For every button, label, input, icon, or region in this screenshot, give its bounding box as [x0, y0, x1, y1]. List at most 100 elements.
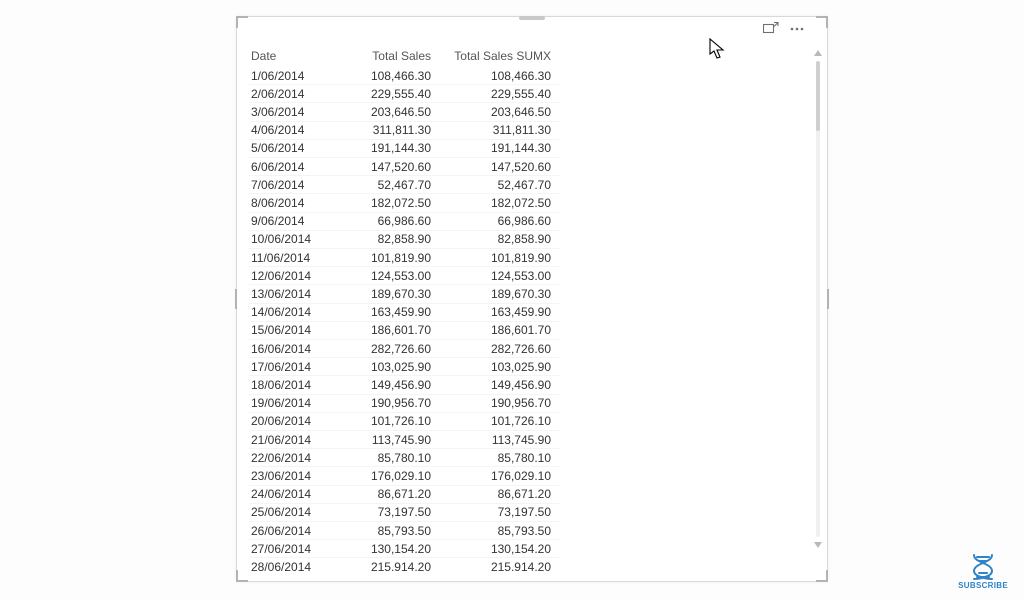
cell-total-sales-sumx: 124,553.00: [439, 267, 559, 285]
table-visual-frame[interactable]: Date Total Sales Total Sales SUMX 1/06/2…: [236, 16, 828, 582]
cell-date: 21/06/2014: [249, 431, 333, 449]
table-row[interactable]: 11/06/2014101,819.90101,819.90: [249, 249, 559, 267]
table-row[interactable]: 6/06/2014147,520.60147,520.60: [249, 158, 559, 176]
cell-total-sales: 311,811.30: [333, 121, 439, 139]
table-row[interactable]: 1/06/2014108,466.30108,466.30: [249, 67, 559, 85]
table-row[interactable]: 25/06/201473,197.5073,197.50: [249, 503, 559, 521]
subscribe-label: SUBSCRIBE: [958, 581, 1008, 590]
cell-total-sales: 85,793.50: [333, 522, 439, 540]
scroll-down-arrow-icon[interactable]: [812, 539, 824, 551]
table-row[interactable]: 8/06/2014182,072.50182,072.50: [249, 194, 559, 212]
cell-total-sales-sumx: 101,819.90: [439, 249, 559, 267]
cell-total-sales-sumx: 66,986.60: [439, 212, 559, 230]
table-row[interactable]: 2/06/2014229,555.40229,555.40: [249, 85, 559, 103]
cell-date: 9/06/2014: [249, 212, 333, 230]
table-header-row: Date Total Sales Total Sales SUMX: [249, 47, 559, 67]
cell-total-sales: 203,646.50: [333, 103, 439, 121]
table-row[interactable]: 22/06/201485,780.1085,780.10: [249, 449, 559, 467]
drag-grip-icon[interactable]: [519, 16, 545, 20]
table-row[interactable]: 19/06/2014190,956.70190,956.70: [249, 394, 559, 412]
table-row[interactable]: 20/06/2014101,726.10101,726.10: [249, 412, 559, 430]
vertical-scrollbar[interactable]: [812, 47, 824, 551]
cell-date: 5/06/2014: [249, 139, 333, 157]
cell-date: 25/06/2014: [249, 503, 333, 521]
table-row[interactable]: 16/06/2014282,726.60282,726.60: [249, 340, 559, 358]
table-row[interactable]: 12/06/2014124,553.00124,553.00: [249, 267, 559, 285]
cell-total-sales: 113,745.90: [333, 431, 439, 449]
table-row[interactable]: 21/06/2014113,745.90113,745.90: [249, 431, 559, 449]
scrollbar-track[interactable]: [816, 61, 820, 537]
table-row[interactable]: 17/06/2014103,025.90103,025.90: [249, 358, 559, 376]
table-row[interactable]: 10/06/201482,858.9082,858.90: [249, 230, 559, 248]
resize-handle-bottom-right-icon[interactable]: [816, 570, 828, 582]
cell-total-sales: 191,144.30: [333, 139, 439, 157]
resize-handle-top-right-icon[interactable]: [816, 16, 828, 28]
table-row[interactable]: 7/06/201452,467.7052,467.70: [249, 176, 559, 194]
cell-total-sales: 130,154.20: [333, 540, 439, 558]
cell-total-sales-sumx: 176,029.10: [439, 467, 559, 485]
cell-total-sales-sumx: 203,646.50: [439, 103, 559, 121]
table-row[interactable]: 14/06/2014163,459.90163,459.90: [249, 303, 559, 321]
table-row[interactable]: 23/06/2014176,029.10176,029.10: [249, 467, 559, 485]
table-row[interactable]: 5/06/2014191,144.30191,144.30: [249, 139, 559, 157]
cell-total-sales-sumx: 147,520.60: [439, 158, 559, 176]
cell-date: 15/06/2014: [249, 321, 333, 339]
cell-date: 6/06/2014: [249, 158, 333, 176]
scroll-up-arrow-icon[interactable]: [812, 47, 824, 59]
focus-mode-icon[interactable]: [763, 21, 779, 37]
cell-date: 22/06/2014: [249, 449, 333, 467]
cell-date: 26/06/2014: [249, 522, 333, 540]
cell-total-sales-sumx: 101,726.10: [439, 412, 559, 430]
cell-total-sales-sumx: 103,025.90: [439, 358, 559, 376]
cell-date: 27/06/2014: [249, 540, 333, 558]
cell-total-sales: 86,671.20: [333, 485, 439, 503]
table-row[interactable]: 13/06/2014189,670.30189,670.30: [249, 285, 559, 303]
column-header-total-sales[interactable]: Total Sales: [333, 47, 439, 67]
table-row[interactable]: 9/06/201466,986.6066,986.60: [249, 212, 559, 230]
table-row[interactable]: 3/06/2014203,646.50203,646.50: [249, 103, 559, 121]
cell-date: 13/06/2014: [249, 285, 333, 303]
table-row[interactable]: 15/06/2014186,601.70186,601.70: [249, 321, 559, 339]
cell-total-sales: 176,029.10: [333, 467, 439, 485]
cell-total-sales: 147,520.60: [333, 158, 439, 176]
resize-handle-left-icon[interactable]: [235, 289, 237, 309]
table-row[interactable]: 18/06/2014149,456.90149,456.90: [249, 376, 559, 394]
cell-total-sales-sumx: 130,154.20: [439, 540, 559, 558]
more-options-icon[interactable]: [789, 21, 805, 37]
cell-total-sales: 73,197.50: [333, 503, 439, 521]
cell-total-sales-sumx: 182,072.50: [439, 194, 559, 212]
cell-total-sales: 163,459.90: [333, 303, 439, 321]
table-row[interactable]: 26/06/201485,793.5085,793.50: [249, 522, 559, 540]
cell-date: 11/06/2014: [249, 249, 333, 267]
cell-total-sales-sumx: 52,467.70: [439, 176, 559, 194]
column-header-date[interactable]: Date: [249, 47, 333, 67]
cell-total-sales: 101,819.90: [333, 249, 439, 267]
resize-handle-right-icon[interactable]: [827, 289, 829, 309]
cell-date: 28/06/2014: [249, 558, 333, 571]
resize-handle-top-left-icon[interactable]: [236, 16, 248, 28]
cell-date: 19/06/2014: [249, 394, 333, 412]
cell-total-sales: 82,858.90: [333, 230, 439, 248]
cell-date: 24/06/2014: [249, 485, 333, 503]
cell-date: 23/06/2014: [249, 467, 333, 485]
cell-total-sales-sumx: 282,726.60: [439, 340, 559, 358]
cell-date: 3/06/2014: [249, 103, 333, 121]
cell-total-sales: 149,456.90: [333, 376, 439, 394]
cell-total-sales-sumx: 108,466.30: [439, 67, 559, 85]
column-header-sumx[interactable]: Total Sales SUMX: [439, 47, 559, 67]
cell-total-sales: 190,956.70: [333, 394, 439, 412]
table-row[interactable]: 4/06/2014311,811.30311,811.30: [249, 121, 559, 139]
table-row[interactable]: 28/06/2014215,914.20215,914.20: [249, 558, 559, 571]
table-row[interactable]: 24/06/201486,671.2086,671.20: [249, 485, 559, 503]
table-row[interactable]: 27/06/2014130,154.20130,154.20: [249, 540, 559, 558]
data-table[interactable]: Date Total Sales Total Sales SUMX 1/06/2…: [249, 47, 559, 571]
cell-date: 7/06/2014: [249, 176, 333, 194]
cell-date: 18/06/2014: [249, 376, 333, 394]
subscribe-badge[interactable]: SUBSCRIBE: [958, 553, 1008, 590]
cell-date: 10/06/2014: [249, 230, 333, 248]
cell-total-sales-sumx: 149,456.90: [439, 376, 559, 394]
resize-handle-bottom-left-icon[interactable]: [236, 570, 248, 582]
dna-icon: [968, 553, 998, 581]
cell-total-sales-sumx: 215,914.20: [439, 558, 559, 571]
scrollbar-thumb[interactable]: [816, 61, 820, 131]
